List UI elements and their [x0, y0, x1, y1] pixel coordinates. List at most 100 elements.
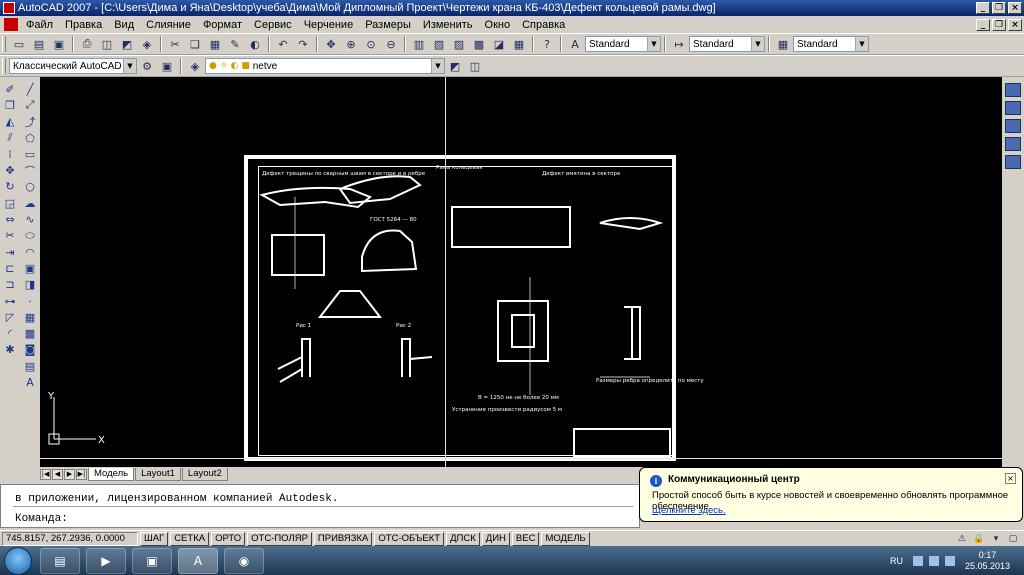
zoom-window-icon[interactable]: ⊙ — [362, 35, 380, 53]
move-icon[interactable]: ✥ — [0, 162, 20, 178]
ducs-toggle[interactable]: ДПСК — [446, 531, 480, 546]
ortho-toggle[interactable]: ОРТО — [211, 531, 246, 546]
grid-toggle[interactable]: СЕТКА — [170, 531, 210, 546]
menu-modify[interactable]: Изменить — [417, 19, 479, 31]
new-icon[interactable]: ▭ — [10, 35, 28, 53]
workspace-tool-icon[interactable] — [1005, 137, 1021, 151]
layer-previous-icon[interactable]: ◫ — [466, 57, 484, 75]
tab-layout1[interactable]: Layout1 — [135, 467, 181, 481]
polygon-icon[interactable]: ⬠ — [20, 130, 40, 146]
volume-icon[interactable] — [944, 555, 955, 566]
menu-dimension[interactable]: Размеры — [359, 19, 417, 31]
paste-icon[interactable]: ▦ — [206, 35, 224, 53]
lineweight-toggle[interactable]: ВЕС — [511, 531, 540, 546]
chevron-down-icon[interactable]: ▼ — [751, 37, 764, 51]
save-icon[interactable]: ▣ — [50, 35, 68, 53]
chamfer-icon[interactable]: ◸ — [0, 309, 20, 325]
print-icon[interactable]: ⎙ — [78, 35, 96, 53]
erase-icon[interactable]: ✐ — [0, 81, 20, 97]
next-tab-icon[interactable]: ▶ — [64, 468, 75, 480]
menu-merge[interactable]: Слияние — [140, 19, 197, 31]
network-icon[interactable] — [928, 555, 939, 566]
start-button[interactable] — [4, 546, 32, 575]
publish-icon[interactable]: ◩ — [118, 35, 136, 53]
coordinates-readout[interactable]: 745.8157, 267.2936, 0.0000 — [2, 531, 138, 546]
doc-close-button[interactable]: × — [1008, 18, 1022, 31]
last-tab-icon[interactable]: ▶| — [76, 468, 87, 480]
menu-edit[interactable]: Правка — [59, 19, 108, 31]
match-properties-icon[interactable]: ✎ — [226, 35, 244, 53]
3d-dwf-icon[interactable]: ◈ — [138, 35, 156, 53]
sheet-set-icon[interactable]: ▩ — [470, 35, 488, 53]
chevron-down-icon[interactable]: ▼ — [123, 59, 136, 73]
text-style-icon[interactable]: A — [566, 35, 584, 53]
rectangle-icon[interactable]: ▭ — [20, 146, 40, 162]
balloon-close-button[interactable]: × — [1005, 473, 1016, 484]
workspace-tool-icon[interactable] — [1005, 119, 1021, 133]
command-prompt[interactable]: Команда: — [15, 513, 68, 525]
redo-icon[interactable]: ↷ — [294, 35, 312, 53]
extend-icon[interactable]: ⇥ — [0, 244, 20, 260]
mirror-icon[interactable]: ◭ — [0, 114, 20, 130]
undo-icon[interactable]: ↶ — [274, 35, 292, 53]
command-window[interactable]: в приложении, лицензированном компанией … — [0, 484, 640, 528]
minimize-button[interactable]: _ — [976, 2, 990, 14]
first-tab-icon[interactable]: |◀ — [40, 468, 51, 480]
help-icon[interactable]: ? — [538, 35, 556, 53]
offset-icon[interactable]: ⫽ — [0, 130, 20, 146]
break-at-point-icon[interactable]: ⊏ — [0, 260, 20, 276]
scale-icon[interactable]: ◲ — [0, 195, 20, 211]
workspace-save-icon[interactable]: ▣ — [158, 57, 176, 75]
rotate-icon[interactable]: ↻ — [0, 179, 20, 195]
table-style-icon[interactable]: ▦ — [774, 35, 792, 53]
menu-file[interactable]: Файл — [20, 19, 59, 31]
polar-toggle[interactable]: ОТС-ПОЛЯР — [247, 531, 312, 546]
markup-icon[interactable]: ◪ — [490, 35, 508, 53]
zoom-realtime-icon[interactable]: ⊕ — [342, 35, 360, 53]
clean-screen-icon[interactable]: ▢ — [1007, 533, 1019, 545]
open-icon[interactable]: ▤ — [30, 35, 48, 53]
trim-icon[interactable]: ✂ — [0, 228, 20, 244]
media-player-taskbar-icon[interactable]: ▶ — [86, 547, 126, 574]
communication-center-icon[interactable]: ⚠ — [956, 533, 968, 545]
doc-minimize-button[interactable]: _ — [976, 18, 990, 31]
workspace-select[interactable]: Классический AutoCAD ▼ — [9, 58, 137, 74]
table-style-select[interactable]: Standard ▼ — [793, 36, 869, 52]
spline-icon[interactable]: ∿ — [20, 211, 40, 227]
osnap-toggle[interactable]: ПРИВЯЗКА — [313, 531, 373, 546]
arc-icon[interactable]: ⌒ — [20, 162, 40, 178]
explode-icon[interactable]: ✱ — [0, 342, 20, 358]
design-center-icon[interactable]: ▧ — [430, 35, 448, 53]
autocad-taskbar-icon[interactable]: A — [178, 547, 218, 574]
menu-draw[interactable]: Черчение — [298, 19, 360, 31]
model-toggle[interactable]: МОДЕЛЬ — [541, 531, 590, 546]
zoom-previous-icon[interactable]: ⊖ — [382, 35, 400, 53]
cut-icon[interactable]: ✂ — [166, 35, 184, 53]
make-block-icon[interactable]: ◨ — [20, 277, 40, 293]
restore-button[interactable]: ❐ — [992, 2, 1006, 14]
chrome-taskbar-icon[interactable]: ◉ — [224, 547, 264, 574]
circle-icon[interactable]: ○ — [20, 179, 40, 195]
workspace-settings-icon[interactable]: ⚙ — [138, 57, 156, 75]
chevron-down-icon[interactable]: ▼ — [647, 37, 660, 51]
region-icon[interactable]: ◙ — [20, 342, 40, 358]
array-icon[interactable]: ⁞ — [0, 146, 20, 162]
lock-icon[interactable]: 🔒 — [973, 533, 985, 545]
tray-up-arrow-icon[interactable] — [912, 555, 923, 566]
document-icon[interactable] — [4, 18, 18, 31]
layer-select[interactable]: ● ☼ ◐ ■ netve ▼ — [205, 58, 445, 74]
stretch-icon[interactable]: ⇔ — [0, 211, 20, 227]
prev-tab-icon[interactable]: ◀ — [52, 468, 63, 480]
menu-help[interactable]: Справка — [516, 19, 571, 31]
chevron-down-icon[interactable]: ▼ — [855, 37, 868, 51]
copy-object-icon[interactable]: ❐ — [0, 97, 20, 113]
workspace-tool-icon[interactable] — [1005, 101, 1021, 115]
menu-tools[interactable]: Сервис — [248, 19, 298, 31]
pan-icon[interactable]: ✥ — [322, 35, 340, 53]
hatch-icon[interactable]: ▦ — [20, 309, 40, 325]
line-icon[interactable]: ╱ — [20, 81, 40, 97]
revision-cloud-icon[interactable]: ☁ — [20, 195, 40, 211]
tool-palettes-icon[interactable]: ▨ — [450, 35, 468, 53]
polyline-icon[interactable]: ⤴ — [20, 114, 40, 130]
workspace-tool-icon[interactable] — [1005, 155, 1021, 169]
